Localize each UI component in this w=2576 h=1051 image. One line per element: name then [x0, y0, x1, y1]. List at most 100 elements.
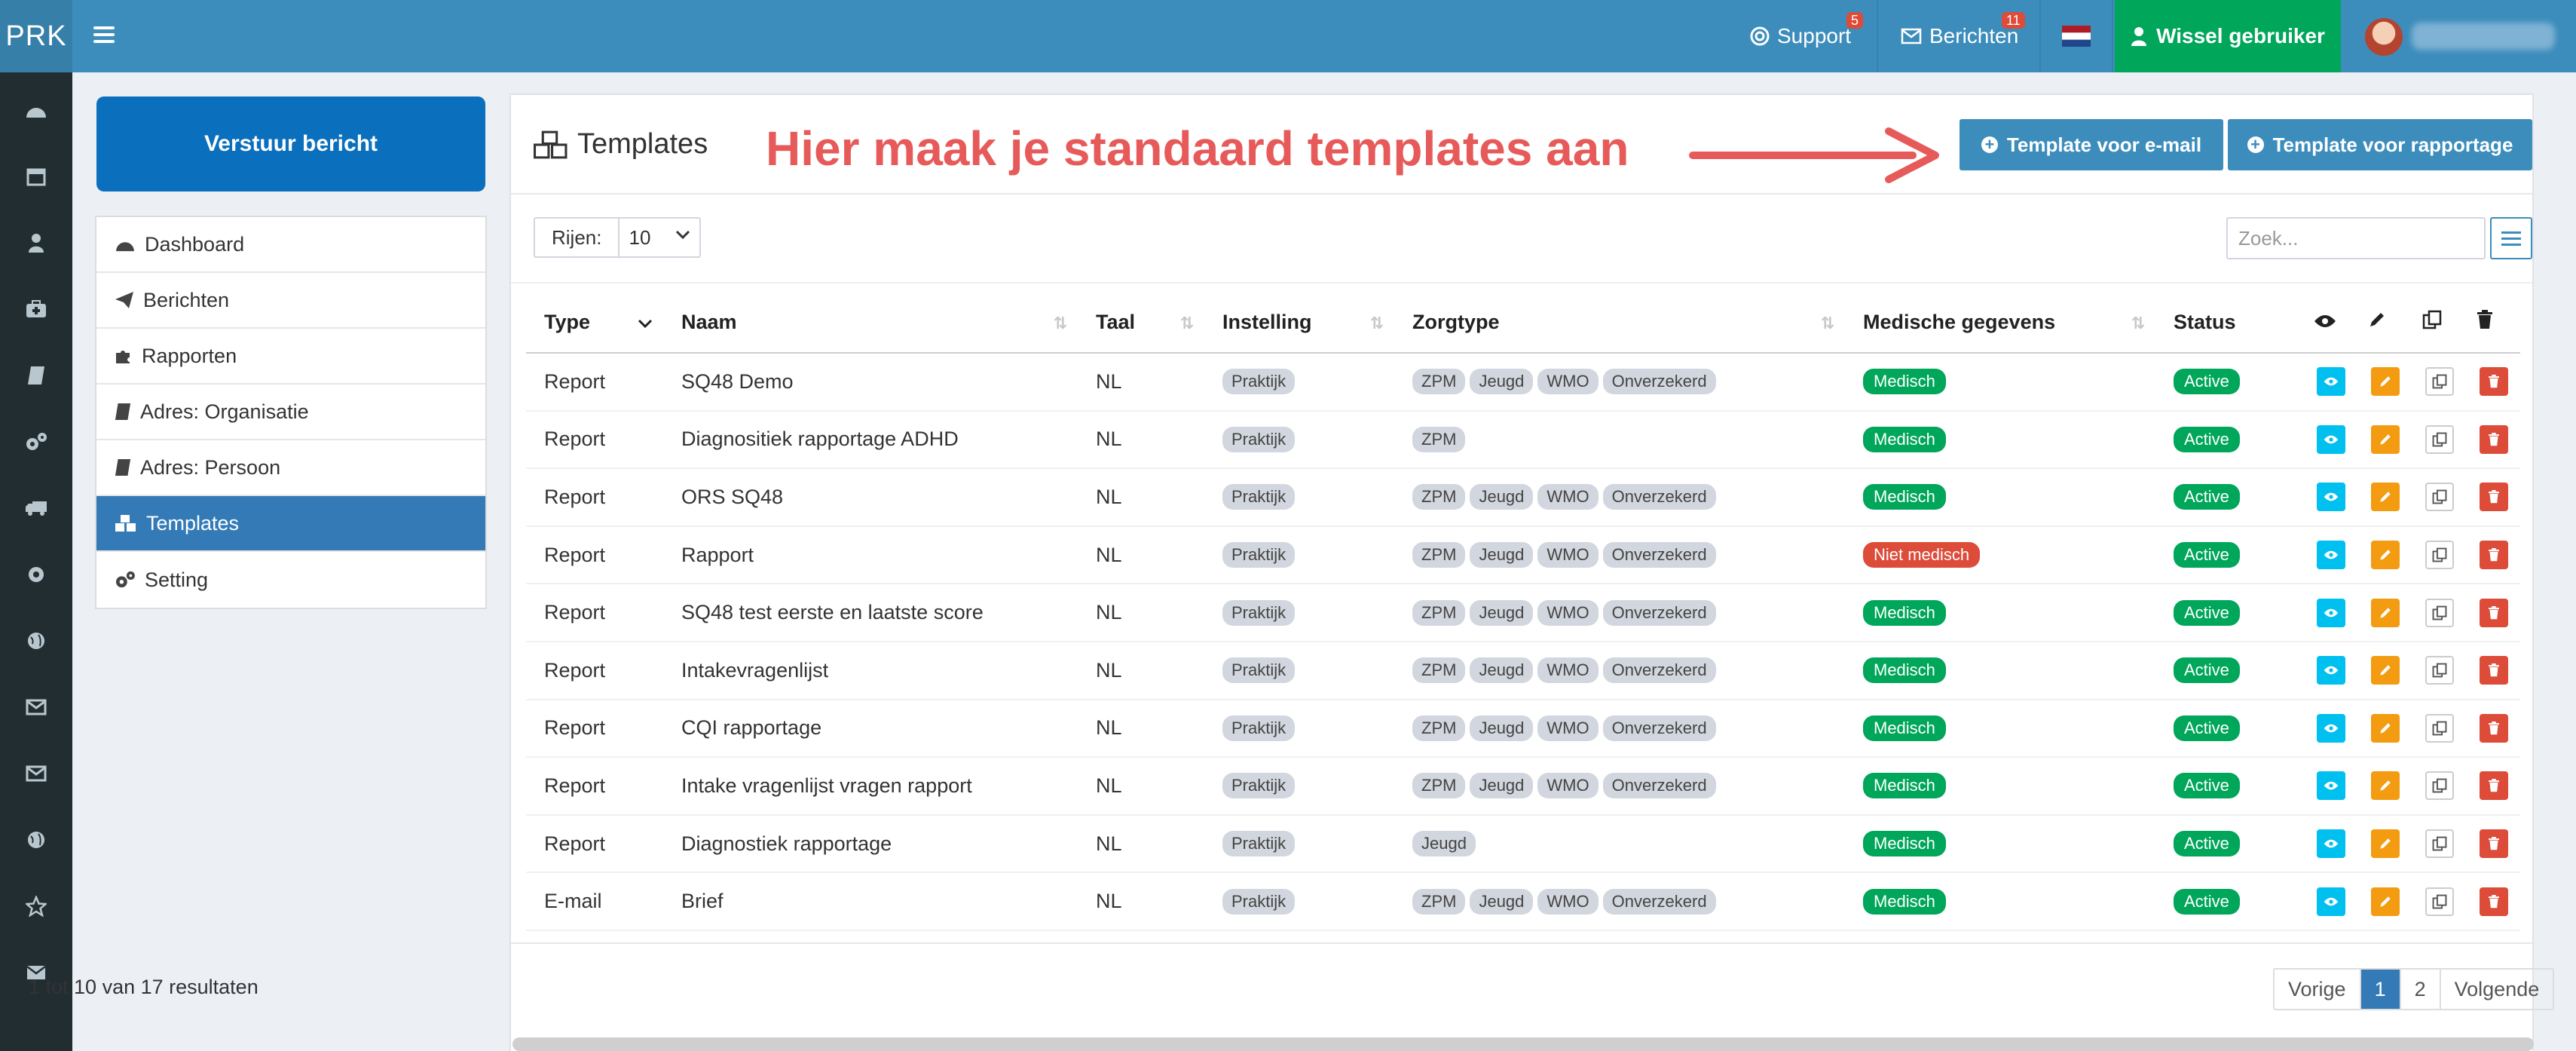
user-avatar[interactable]	[2365, 18, 2403, 56]
edit-button[interactable]	[2371, 541, 2400, 570]
search-input[interactable]: Zoek...	[2226, 217, 2486, 259]
col-zorgtype[interactable]: Zorgtype ⇅	[1394, 293, 1845, 354]
sidebar-item-rapporten[interactable]: Rapporten	[96, 329, 485, 385]
delete-button[interactable]	[2480, 598, 2508, 627]
medkit-icon[interactable]	[21, 294, 51, 324]
view-button[interactable]	[2317, 598, 2345, 627]
edit-button[interactable]	[2371, 483, 2400, 512]
messages-count-badge: 11	[2002, 12, 2025, 29]
col-type[interactable]: Type	[526, 293, 663, 354]
view-button[interactable]	[2317, 367, 2345, 397]
star-icon[interactable]	[21, 891, 51, 921]
view-button[interactable]	[2317, 424, 2345, 454]
delete-button[interactable]	[2480, 713, 2508, 743]
cell-copy	[2413, 757, 2467, 816]
delete-button[interactable]	[2480, 367, 2508, 397]
zorgtype-tag: WMO	[1537, 542, 1599, 568]
template-report-button[interactable]: + Template voor rapportage	[2228, 119, 2532, 170]
pagination-next[interactable]: Volgende	[2441, 970, 2553, 1009]
edit-button[interactable]	[2371, 424, 2400, 454]
col-medisch[interactable]: Medische gegevens ⇅	[1845, 293, 2155, 354]
app-logo[interactable]: PRK	[0, 0, 72, 72]
copy-button[interactable]	[2425, 483, 2454, 512]
globe-icon[interactable]	[21, 626, 51, 656]
pagination-prev[interactable]: Vorige	[2275, 970, 2361, 1009]
edit-button[interactable]	[2371, 887, 2400, 916]
copy-button[interactable]	[2425, 367, 2454, 397]
horizontal-scrollbar[interactable]	[512, 1037, 2534, 1051]
column-toggle-button[interactable]	[2490, 217, 2532, 259]
edit-button[interactable]	[2371, 598, 2400, 627]
support-link[interactable]: Support	[1750, 0, 1851, 72]
view-button[interactable]	[2317, 771, 2345, 801]
calendar-icon[interactable]	[21, 161, 51, 192]
copy-button[interactable]	[2425, 541, 2454, 570]
zorgtype-tag: Jeugd	[1470, 484, 1534, 510]
hamburger-menu-icon[interactable]	[93, 24, 115, 45]
sidebar-item-setting[interactable]: Setting	[96, 552, 485, 608]
sidebar-item-adres-organisatie[interactable]: Adres: Organisatie	[96, 385, 485, 440]
zorgtype-tag: ZPM	[1412, 773, 1466, 799]
zorgtype-tag: Onverzekerd	[1602, 773, 1716, 799]
sidebar-item-dashboard[interactable]: Dashboard	[96, 217, 485, 273]
col-instelling[interactable]: Instelling ⇅	[1204, 293, 1394, 354]
switch-user-button[interactable]: Wissel gebruiker	[2115, 0, 2341, 72]
copy-button[interactable]	[2425, 598, 2454, 627]
delete-button[interactable]	[2480, 483, 2508, 512]
zorgtype-tag: ZPM	[1412, 426, 1466, 452]
col-taal[interactable]: Taal ⇅	[1078, 293, 1204, 354]
sidebar-item-adres-persoon[interactable]: Adres: Persoon	[96, 440, 485, 496]
cell-view	[2305, 468, 2359, 527]
rows-select[interactable]: 10	[620, 219, 699, 256]
col-naam[interactable]: Naam ⇅	[663, 293, 1078, 354]
plus-circle-icon: +	[2247, 136, 2264, 153]
edit-button[interactable]	[2371, 656, 2400, 685]
copy-button[interactable]	[2425, 656, 2454, 685]
zorgtype-tag: ZPM	[1412, 599, 1466, 626]
edit-button[interactable]	[2371, 771, 2400, 801]
instelling-tag: Praktijk	[1222, 599, 1296, 626]
view-button[interactable]	[2317, 713, 2345, 743]
copy-button[interactable]	[2425, 424, 2454, 454]
envelope-outline-icon[interactable]	[21, 692, 51, 722]
pagination-page-1[interactable]: 1	[2360, 970, 2401, 1009]
user-icon[interactable]	[21, 228, 51, 258]
delete-button[interactable]	[2480, 541, 2508, 570]
book-icon[interactable]	[21, 360, 51, 391]
medisch-badge: Medisch	[1863, 484, 1946, 510]
view-button[interactable]	[2317, 656, 2345, 685]
copy-button[interactable]	[2425, 829, 2454, 859]
delete-button[interactable]	[2480, 887, 2508, 916]
messages-link[interactable]: Berichten	[1901, 0, 2018, 72]
view-button[interactable]	[2317, 887, 2345, 916]
delete-button[interactable]	[2480, 656, 2508, 685]
edit-button[interactable]	[2371, 829, 2400, 859]
envelope-outline-icon[interactable]	[21, 758, 51, 789]
view-button[interactable]	[2317, 541, 2345, 570]
pagination-page-2[interactable]: 2	[2401, 970, 2441, 1009]
view-button[interactable]	[2317, 829, 2345, 859]
cogs-icon[interactable]	[21, 427, 51, 457]
sidebar-item-templates[interactable]: Templates	[96, 496, 485, 552]
copy-button[interactable]	[2425, 887, 2454, 916]
delete-button[interactable]	[2480, 829, 2508, 859]
col-status-label: Status	[2174, 311, 2236, 333]
edit-button[interactable]	[2371, 713, 2400, 743]
edit-button[interactable]	[2371, 367, 2400, 397]
globe-icon[interactable]	[21, 825, 51, 855]
copy-button[interactable]	[2425, 713, 2454, 743]
cell-taal: NL	[1078, 468, 1204, 527]
sidebar-item-berichten[interactable]: Berichten	[96, 273, 485, 329]
send-message-button[interactable]: Verstuur bericht	[96, 97, 485, 192]
truck-icon[interactable]	[21, 493, 51, 523]
dashboard-icon[interactable]	[21, 95, 51, 125]
user-name-blurred[interactable]	[2412, 23, 2555, 50]
col-status[interactable]: Status	[2155, 293, 2305, 354]
delete-button[interactable]	[2480, 424, 2508, 454]
language-switch[interactable]	[2062, 0, 2098, 72]
copy-button[interactable]	[2425, 771, 2454, 801]
template-email-button[interactable]: + Template voor e-mail	[1960, 119, 2223, 170]
view-button[interactable]	[2317, 483, 2345, 512]
gear-icon[interactable]	[21, 559, 51, 590]
delete-button[interactable]	[2480, 771, 2508, 801]
